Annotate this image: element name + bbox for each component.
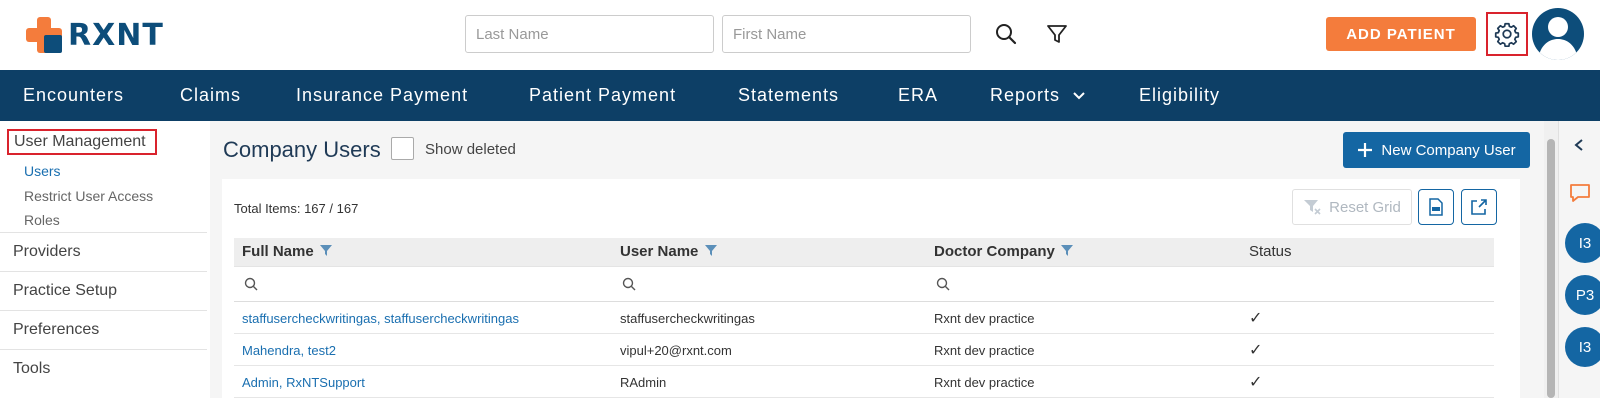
logo-cross-icon	[26, 17, 62, 53]
chevron-down-icon	[1073, 92, 1085, 100]
nav-encounters[interactable]: Encounters	[23, 70, 124, 121]
show-deleted-checkbox[interactable]	[391, 137, 414, 160]
column-filter-icon[interactable]	[319, 244, 332, 256]
new-company-user-button[interactable]: New Company User	[1343, 132, 1530, 168]
rail-badge[interactable]: I3	[1565, 327, 1600, 367]
cell-full-name[interactable]: staffusercheckwritingas, staffusercheckw…	[242, 311, 519, 326]
sidebar-item-practice-setup[interactable]: Practice Setup	[0, 271, 207, 310]
last-name-input[interactable]	[465, 15, 714, 53]
table-row[interactable]: staffusercheckwritingas, staffusercheckw…	[234, 302, 1494, 334]
table-row[interactable]: Mahendra, test2 vipul+20@rxnt.com Rxnt d…	[234, 334, 1494, 366]
nav-reports[interactable]: Reports	[990, 70, 1086, 121]
rail-badge[interactable]: P3	[1565, 275, 1600, 315]
rail-badge[interactable]: I3	[1565, 223, 1600, 263]
cell-user-name: RAdmin	[620, 375, 667, 390]
nav-patient-payment[interactable]: Patient Payment	[529, 70, 676, 121]
col-doctor-company[interactable]: Doctor Company	[934, 243, 1074, 260]
filter-icon[interactable]	[1043, 20, 1071, 48]
settings-button[interactable]	[1486, 12, 1528, 56]
reset-grid-label: Reset Grid	[1329, 198, 1401, 216]
cell-full-name[interactable]: Admin, RxNTSupport	[242, 375, 365, 390]
column-filter-icon[interactable]	[1061, 244, 1074, 256]
nav-era[interactable]: ERA	[898, 70, 938, 121]
col-full-name-label: Full Name	[242, 243, 314, 260]
new-company-user-label: New Company User	[1381, 141, 1516, 159]
user-icon	[1538, 17, 1578, 60]
table-row[interactable]: Admin, RxNTSupport RAdmin Rxnt dev pract…	[234, 366, 1494, 398]
vertical-scrollbar[interactable]	[1544, 121, 1558, 398]
page-title: Company Users	[223, 137, 381, 162]
main-nav: Encounters Claims Insurance Payment Pati…	[0, 70, 1600, 121]
check-icon: ✓	[1249, 342, 1263, 359]
main-content: Company Users Show deleted New Company U…	[210, 121, 1558, 409]
search-icon[interactable]	[936, 277, 950, 291]
plus-icon	[1358, 143, 1373, 157]
scrollbar-thumb[interactable]	[1547, 139, 1555, 398]
sidebar-item-roles[interactable]: Roles	[24, 212, 60, 228]
filter-row	[234, 266, 1494, 302]
sidebar-item-tools[interactable]: Tools	[0, 349, 207, 388]
col-status[interactable]: Status	[1249, 243, 1292, 260]
nav-reports-label: Reports	[990, 85, 1061, 105]
nav-insurance-payment[interactable]: Insurance Payment	[296, 70, 468, 121]
check-icon: ✓	[1249, 374, 1263, 391]
rxnt-logo[interactable]: RXNT	[24, 14, 164, 56]
logo-text: RXNT	[68, 17, 164, 53]
cell-user-name: vipul+20@rxnt.com	[620, 343, 732, 358]
search-icon[interactable]	[244, 277, 258, 291]
export-button[interactable]	[1461, 189, 1497, 225]
clear-filter-icon	[1304, 200, 1321, 215]
column-filter-icon[interactable]	[704, 244, 717, 256]
sidebar-item-preferences[interactable]: Preferences	[0, 310, 207, 349]
col-doctor-company-label: Doctor Company	[934, 243, 1055, 260]
export-icon	[1471, 199, 1487, 215]
col-full-name[interactable]: Full Name	[242, 243, 332, 260]
export-pdf-button[interactable]	[1418, 189, 1454, 225]
reset-grid-button[interactable]: Reset Grid	[1292, 189, 1412, 225]
total-items: Total Items: 167 / 167	[234, 201, 359, 216]
cell-user-name: staffusercheckwritingas	[620, 311, 755, 326]
search-icon[interactable]	[622, 277, 636, 291]
gear-icon	[1494, 22, 1520, 47]
sidebar-item-providers[interactable]: Providers	[0, 232, 207, 271]
cell-doctor-company: Rxnt dev practice	[934, 375, 1035, 390]
col-user-name-label: User Name	[620, 243, 699, 260]
add-patient-button[interactable]: ADD PATIENT	[1326, 17, 1476, 51]
pdf-icon	[1429, 198, 1443, 216]
sidebar-item-restrict-user-access[interactable]: Restrict User Access	[24, 188, 153, 204]
chevron-left-icon[interactable]	[1572, 138, 1586, 152]
check-icon: ✓	[1249, 310, 1263, 327]
cell-doctor-company: Rxnt dev practice	[934, 343, 1035, 358]
show-deleted-label: Show deleted	[425, 141, 516, 158]
table-header: Full Name User Name Doctor Company Statu…	[234, 238, 1494, 266]
chat-icon[interactable]	[1568, 181, 1592, 205]
user-avatar[interactable]	[1532, 8, 1584, 60]
first-name-input[interactable]	[722, 15, 971, 53]
nav-statements[interactable]: Statements	[738, 70, 839, 121]
sidebar-user-management[interactable]: User Management	[7, 129, 157, 155]
sidebar: User Management Users Restrict User Acce…	[0, 121, 210, 398]
nav-claims[interactable]: Claims	[180, 70, 241, 121]
cell-full-name[interactable]: Mahendra, test2	[242, 343, 336, 358]
nav-eligibility[interactable]: Eligibility	[1139, 70, 1220, 121]
users-grid-panel: Total Items: 167 / 167 Reset Grid Full N…	[222, 179, 1520, 409]
sidebar-item-users[interactable]: Users	[24, 163, 61, 179]
cell-doctor-company: Rxnt dev practice	[934, 311, 1035, 326]
col-user-name[interactable]: User Name	[620, 243, 717, 260]
right-rail: I3 P3 I3	[1558, 121, 1600, 398]
search-icon[interactable]	[992, 20, 1020, 48]
top-header: RXNT ADD PATIENT	[0, 0, 1600, 70]
